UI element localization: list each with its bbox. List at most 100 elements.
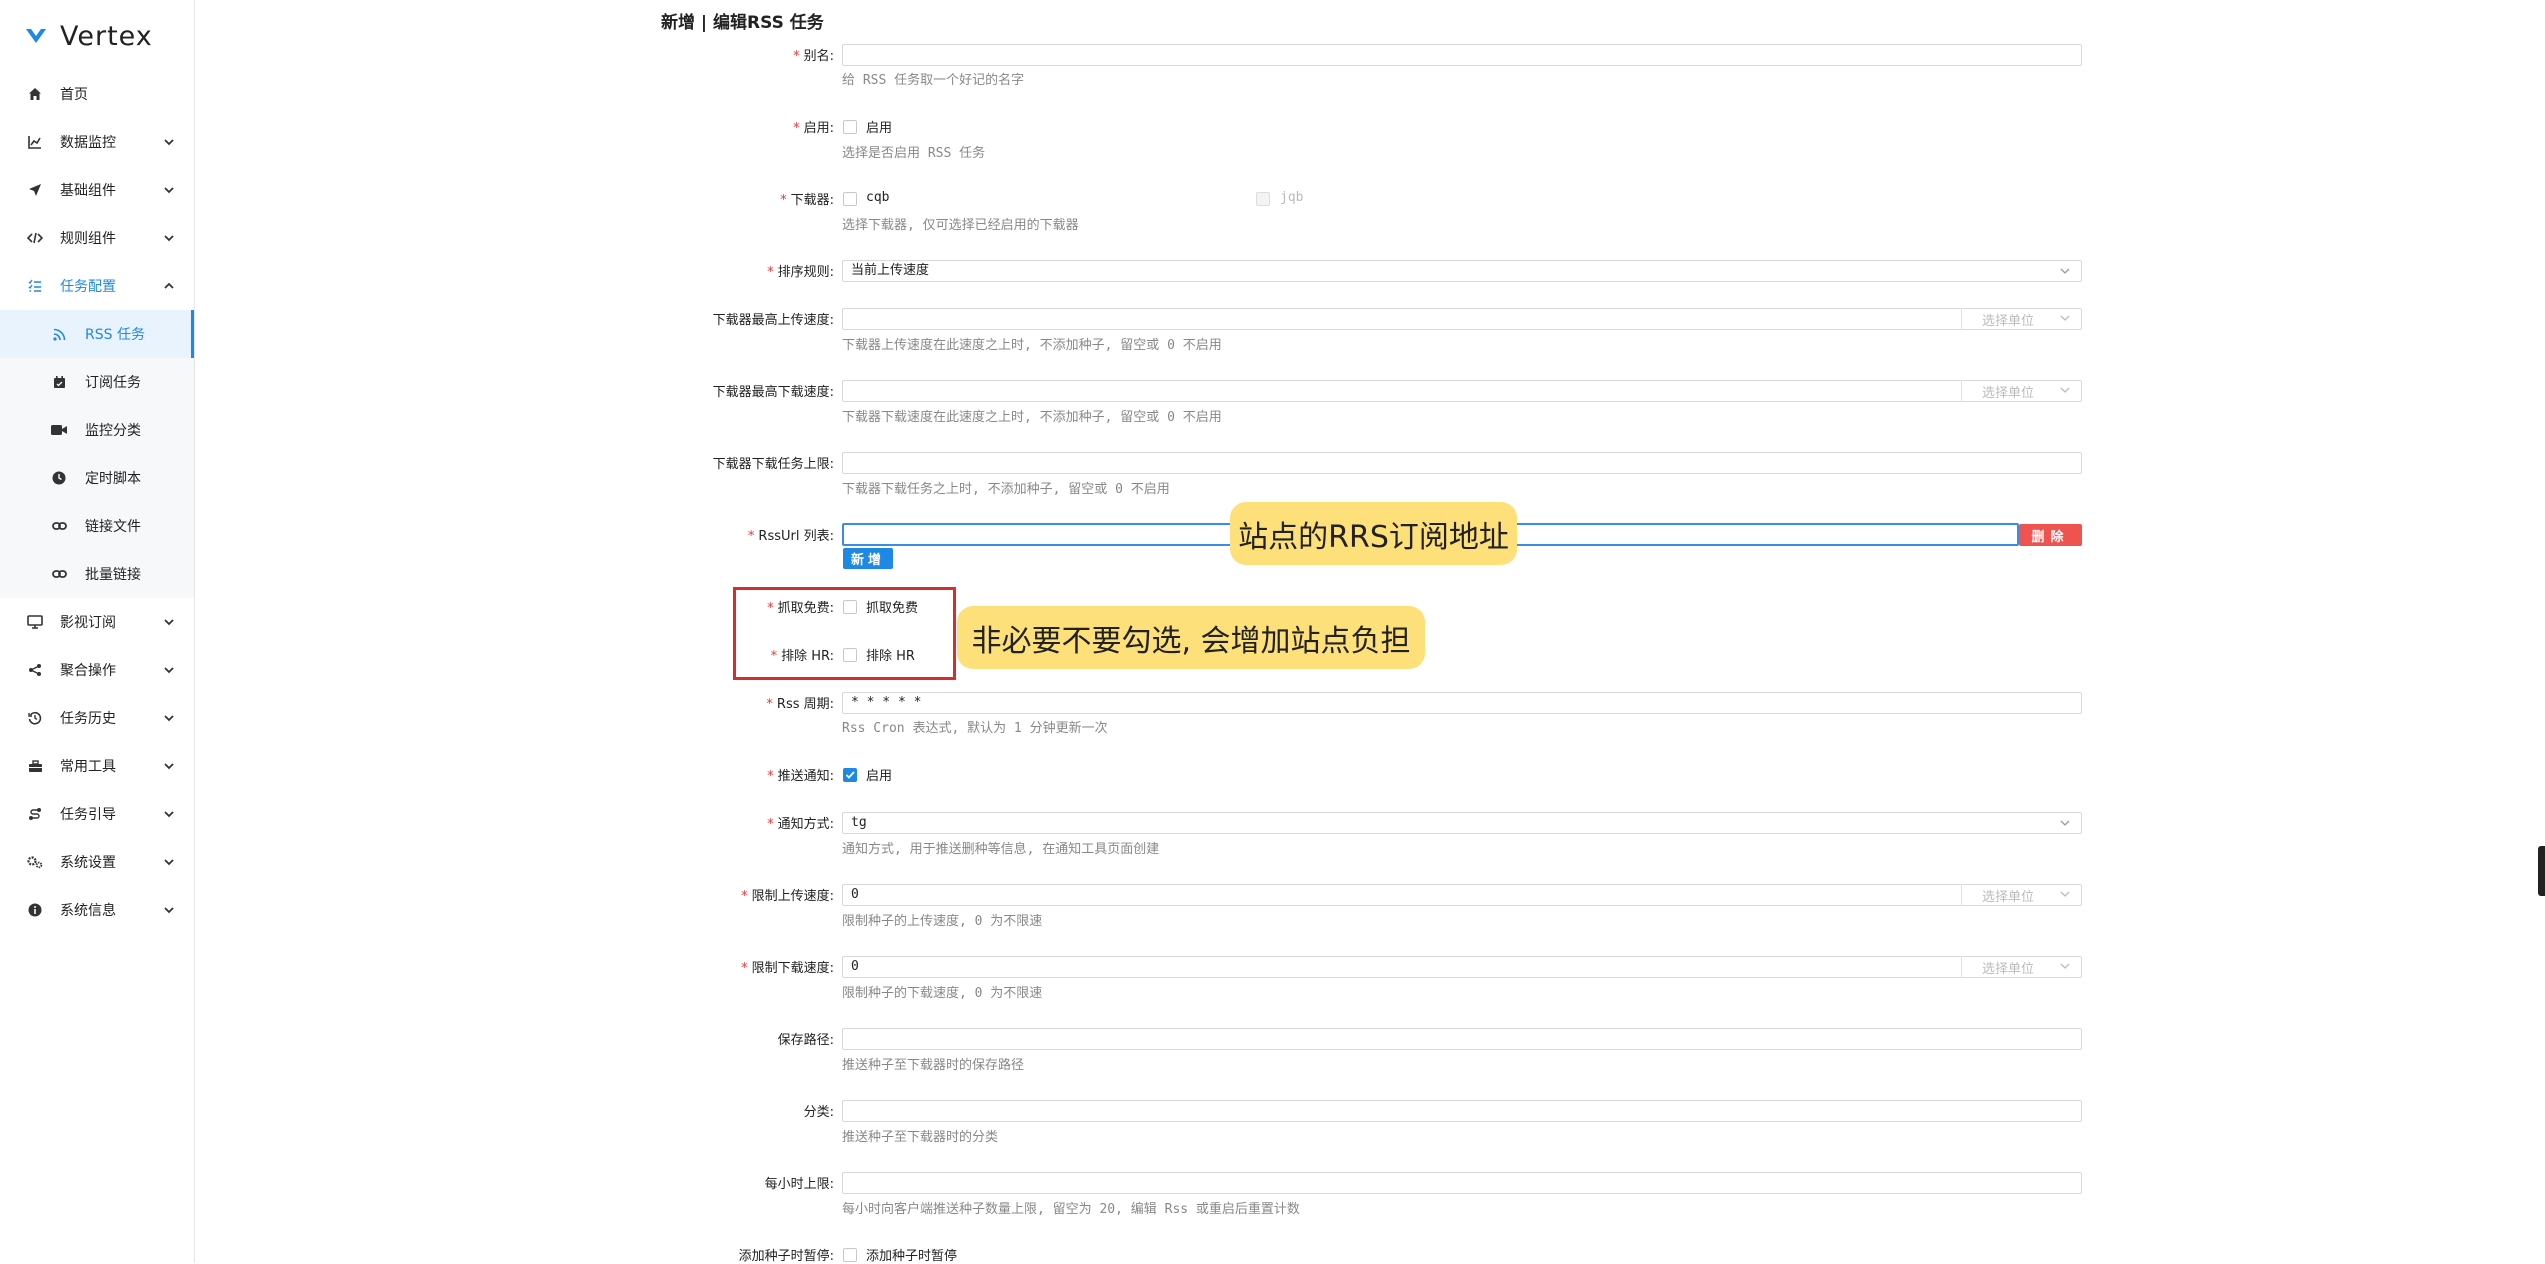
save-path-input[interactable] — [842, 1028, 2082, 1050]
sidebar-menu: 首页 数据监控 基础组件 规则组件 任务配置 RSS 任务 订阅任务 监控分类 … — [0, 70, 194, 934]
send-icon — [26, 181, 44, 199]
sidebar-item-common-tools[interactable]: 常用工具 — [0, 742, 194, 790]
sidebar-subitem-label: 链接文件 — [85, 519, 141, 535]
rss-url-callout: 站点的RRS订阅地址 — [1230, 502, 1517, 565]
sidebar-subitem-batch-link[interactable]: 批量链接 — [0, 550, 194, 598]
sort-rule-value: 当前上传速度 — [851, 263, 930, 278]
chevron-down-icon — [2060, 315, 2070, 321]
max-upload-input[interactable] — [842, 308, 2082, 330]
sidebar-item-label: 数据监控 — [60, 135, 116, 151]
enable-checkbox-label: 启用 — [866, 121, 893, 136]
sidebar-item-aggregate[interactable]: 聚合操作 — [0, 646, 194, 694]
chevron-down-icon — [164, 712, 176, 724]
hourly-limit-label: 每小时上限: — [764, 1177, 834, 1192]
rss-url-add-button[interactable]: 新增 — [843, 548, 893, 569]
sidebar-item-label: 任务历史 — [60, 711, 116, 727]
chevron-down-icon — [2060, 268, 2070, 274]
sidebar-item-task-guide[interactable]: 任务引导 — [0, 790, 194, 838]
chevron-up-icon — [164, 280, 176, 292]
limit-download-hint: 限制种子的下载速度, 0 为不限速 — [842, 986, 1043, 1001]
push-notify-checkbox[interactable] — [843, 768, 857, 782]
alias-label: * 别名: — [793, 49, 834, 64]
rss-url-delete-button[interactable]: 删除 — [2019, 524, 2082, 546]
sidebar-subitem-subscribe-task[interactable]: 订阅任务 — [0, 358, 194, 406]
limit-download-input[interactable]: 0 — [842, 956, 2082, 978]
sidebar-item-label: 任务配置 — [60, 279, 116, 295]
chevron-down-icon — [164, 808, 176, 820]
max-download-input[interactable] — [842, 380, 2082, 402]
required-mark: * — [780, 193, 787, 208]
max-download-unit-select[interactable]: 选择单位 — [1961, 380, 2081, 402]
max-upload-unit: 选择单位 — [1982, 314, 2035, 329]
limit-upload-input[interactable]: 0 — [842, 884, 2082, 906]
route-icon — [26, 805, 44, 823]
chevron-down-icon — [164, 184, 176, 196]
category-input[interactable] — [842, 1100, 2082, 1122]
app-logo[interactable]: Vertex — [24, 16, 153, 56]
code-icon — [26, 229, 44, 247]
pause-on-add-label: 添加种子时暂停: — [738, 1249, 834, 1264]
max-download-hint: 下载器下载速度在此速度之上时, 不添加种子, 留空或 0 不启用 — [842, 410, 1222, 425]
page-title: 新增 | 编辑RSS 任务 — [661, 13, 824, 33]
sidebar-subitem-rss-task[interactable]: RSS 任务 — [0, 310, 194, 358]
download-limit-input[interactable] — [842, 452, 2082, 474]
sidebar-item-label: 规则组件 — [60, 231, 116, 247]
downloader-jqb-label: jqb — [1280, 190, 1304, 205]
category-label: 分类: — [803, 1105, 834, 1120]
app-name: Vertex — [60, 20, 153, 52]
max-download-unit: 选择单位 — [1982, 386, 2035, 401]
sidebar-item-basic-components[interactable]: 基础组件 — [0, 166, 194, 214]
info-icon — [26, 901, 44, 919]
sidebar-item-label: 系统设置 — [60, 855, 116, 871]
max-upload-unit-select[interactable]: 选择单位 — [1961, 308, 2081, 330]
sidebar-item-task-history[interactable]: 任务历史 — [0, 694, 194, 742]
sidebar-subitem-link-file[interactable]: 链接文件 — [0, 502, 194, 550]
sidebar-item-system-info[interactable]: 系统信息 — [0, 886, 194, 934]
downloader-cqb-label: cqb — [866, 190, 890, 205]
sidebar-subitem-label: 批量链接 — [85, 567, 141, 583]
save-path-hint: 推送种子至下载器时的保存路径 — [842, 1058, 1025, 1073]
sidebar-subitem-monitor-category[interactable]: 监控分类 — [0, 406, 194, 454]
rss-cron-input[interactable]: * * * * * — [842, 692, 2082, 714]
save-path-label: 保存路径: — [777, 1033, 834, 1048]
sidebar-subitem-cron-script[interactable]: 定时脚本 — [0, 454, 194, 502]
sidebar-item-label: 聚合操作 — [60, 663, 116, 679]
enable-checkbox[interactable] — [843, 120, 857, 134]
sidebar-item-label: 基础组件 — [60, 183, 116, 199]
chevron-down-icon — [164, 664, 176, 676]
sidebar-item-task-config[interactable]: 任务配置 — [0, 262, 194, 310]
sidebar-subitem-label: 订阅任务 — [85, 375, 141, 391]
max-upload-hint: 下载器上传速度在此速度之上时, 不添加种子, 留空或 0 不启用 — [842, 338, 1222, 353]
chevron-down-icon — [164, 616, 176, 628]
required-mark: * — [741, 961, 748, 976]
toolbox-icon — [26, 757, 44, 775]
sort-rule-select[interactable]: 当前上传速度 — [842, 260, 2082, 282]
sidebar-item-data-monitor[interactable]: 数据监控 — [0, 118, 194, 166]
sort-rule-label: * 排序规则: — [767, 265, 834, 280]
scrollbar-thumb[interactable] — [2538, 846, 2545, 896]
sidebar-item-rule-components[interactable]: 规则组件 — [0, 214, 194, 262]
history-icon — [26, 709, 44, 727]
download-limit-hint: 下载器下载任务之上时, 不添加种子, 留空或 0 不启用 — [842, 482, 1170, 497]
link-icon — [50, 517, 68, 535]
sidebar-item-home[interactable]: 首页 — [0, 70, 194, 118]
downloader-cqb-checkbox[interactable] — [843, 192, 857, 206]
chevron-down-icon — [2060, 891, 2070, 897]
limit-upload-unit: 选择单位 — [1982, 890, 2035, 905]
limit-download-label: * 限制下载速度: — [741, 961, 834, 976]
home-icon — [26, 85, 44, 103]
chevron-down-icon — [164, 232, 176, 244]
limit-download-unit-select[interactable]: 选择单位 — [1961, 956, 2081, 978]
pause-on-add-checkbox[interactable] — [843, 1248, 857, 1262]
limit-upload-unit-select[interactable]: 选择单位 — [1961, 884, 2081, 906]
enable-hint: 选择是否启用 RSS 任务 — [842, 146, 986, 161]
notify-method-select[interactable]: tg — [842, 812, 2082, 834]
push-notify-checkbox-label: 启用 — [866, 769, 893, 784]
sidebar-item-system-settings[interactable]: 系统设置 — [0, 838, 194, 886]
hourly-limit-input[interactable] — [842, 1172, 2082, 1194]
chevron-down-icon — [164, 856, 176, 868]
alias-input[interactable] — [842, 44, 2082, 66]
sidebar-item-media-subscribe[interactable]: 影视订阅 — [0, 598, 194, 646]
chevron-down-icon — [2060, 963, 2070, 969]
chevron-down-icon — [164, 760, 176, 772]
